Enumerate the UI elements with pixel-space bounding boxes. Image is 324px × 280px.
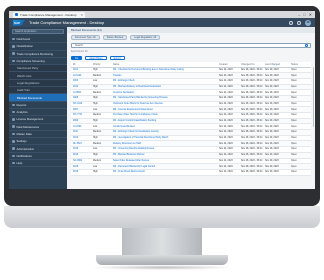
search-icon[interactable] <box>305 43 308 47</box>
nav-icon <box>12 110 15 114</box>
sidebar-item[interactable]: Sanctioned Party <box>9 65 67 73</box>
sidebar-item-label: Sanctioned Party <box>17 66 39 71</box>
table-scrollbar[interactable] <box>312 67 314 127</box>
app-title[interactable]: Trade Compliance Management - Desktop <box>29 20 104 25</box>
close-window-icon[interactable]: ✕ <box>309 12 312 17</box>
sidebar-item[interactable]: Dashboard <box>9 36 67 44</box>
sidebar-item-label: Watch Lists <box>17 73 32 78</box>
sidebar-item-label: Data Maintenance <box>16 124 40 129</box>
filter-chips: Document Type: All Status: Blocked Legal… <box>67 33 315 42</box>
browser-tab[interactable]: Trade Compliance Management - Desktop ✕ <box>13 11 85 18</box>
sidebar-item[interactable]: Compliance Screening <box>9 58 67 66</box>
nav-icon <box>12 154 15 158</box>
search-wrap: Search: <box>67 42 315 50</box>
sidebar-item[interactable]: Reports <box>9 102 67 109</box>
sidebar-item[interactable]: Data Maintenance <box>9 124 67 131</box>
sidebar-item-label: Compliance Screening <box>16 59 45 64</box>
monitor-screen: Trade Compliance Management - Desktop ✕ … <box>9 11 315 189</box>
nav-list: Dashboard Classification Trade Compliance … <box>9 36 67 168</box>
filter-chip-status[interactable]: Status: Blocked <box>102 35 128 40</box>
monitor-stand-neck <box>122 228 202 256</box>
go-button[interactable]: Go <box>71 55 83 60</box>
monitor-chin <box>4 206 320 228</box>
table-cell: Open <box>289 169 311 176</box>
table-cell: 0019 <box>71 169 91 176</box>
sidebar-item[interactable]: License Management <box>9 116 67 124</box>
maximize-icon[interactable]: □ <box>303 12 305 17</box>
sidebar-item[interactable]: Settings <box>9 138 67 146</box>
monitor-stand-base <box>96 255 228 265</box>
monitor-mockup: Trade Compliance Management - Desktop ✕ … <box>0 0 324 280</box>
sidebar-item[interactable]: Master Data <box>9 131 67 139</box>
sap-logo[interactable]: SAP <box>13 19 25 26</box>
nav-icon <box>12 147 15 150</box>
nav-icon <box>12 132 15 136</box>
nav-icon <box>12 161 15 165</box>
side-search-input[interactable]: Search Application <box>12 29 64 34</box>
browser-bar: Trade Compliance Management - Desktop ✕ … <box>9 11 315 18</box>
window-controls: – □ ✕ <box>298 12 315 17</box>
sidebar-item[interactable]: Analytics <box>9 109 67 117</box>
shell-bar: SAP Trade Compliance Management - Deskto… <box>9 18 315 27</box>
sidebar-item-label: Help <box>16 161 23 166</box>
main-content: Blocked Documents (24) Document Type: Al… <box>67 27 315 189</box>
sidebar-item[interactable]: Classification <box>9 43 67 51</box>
adapt-filters-button[interactable]: Adapt Filters <box>85 55 107 60</box>
action-row: Go Adapt Filters Export <box>67 54 315 63</box>
nav-icon <box>12 125 15 128</box>
sidebar-item-label: Settings <box>16 139 27 144</box>
sidebar-item-label: Dashboard <box>16 37 31 42</box>
sidebar-item-label: Audit Trail <box>17 88 30 93</box>
sidebar-item[interactable]: Trade Compliance Monitoring <box>9 51 67 58</box>
sidebar-item-label: Trade Compliance Monitoring <box>16 51 54 56</box>
side-navigation: Search Application Dashboard Classificati… <box>9 27 67 189</box>
nav-icon <box>12 118 15 121</box>
sidebar-item-label: Classification <box>16 44 33 49</box>
nav-icon <box>12 103 15 107</box>
sidebar-item[interactable]: Blocked Documents <box>9 94 67 102</box>
table-cell: Nov 28, 2023 - 08:14 <box>239 169 263 176</box>
table-cell: Nov 24, 2023 <box>217 169 239 176</box>
search-icon[interactable] <box>289 20 293 25</box>
sidebar-item-label: Master Data <box>16 132 32 136</box>
sidebar-item-label: Notifications <box>16 153 32 158</box>
nav-icon <box>12 52 15 55</box>
sidebar-item-label: License Management <box>16 117 44 122</box>
sidebar-item-label: Reports <box>16 102 27 107</box>
sidebar-item[interactable]: Administration <box>9 145 67 153</box>
bell-icon[interactable] <box>297 20 301 25</box>
filter-chip-document-type[interactable]: Document Type: All <box>71 35 100 40</box>
nav-icon <box>12 45 15 48</box>
nav-icon <box>12 59 15 63</box>
search-label: Search: <box>75 43 84 47</box>
sidebar-item-label: Blocked Documents <box>17 95 42 100</box>
minimize-icon[interactable]: – <box>298 12 300 17</box>
sidebar-item[interactable]: Watch Lists <box>9 72 67 80</box>
documents-table: ID Priority Name Created Changed On Last Chan… <box>71 62 311 176</box>
export-button[interactable]: Export <box>109 55 125 60</box>
sidebar-item-label: Analytics <box>16 110 28 115</box>
sidebar-item-label: Legal Regulations <box>17 80 40 85</box>
sidebar-item[interactable]: Legal Regulations <box>9 79 67 88</box>
table-cell: Nov 29, 2023 <box>263 169 289 176</box>
shell-actions: JD <box>289 19 311 26</box>
table-cell: High <box>91 169 111 176</box>
nav-icon <box>12 37 15 41</box>
sidebar-item-label: Administration <box>16 146 35 151</box>
table-row[interactable]: 0019 High RS - Final Check Before Export No… <box>71 169 311 176</box>
table-cell[interactable]: RS - Final Check Before Export <box>111 169 217 176</box>
sidebar-item[interactable]: Help <box>9 160 67 168</box>
browser-tab-title: Trade Compliance Management - Desktop <box>20 12 77 17</box>
favicon-icon <box>15 13 18 16</box>
sidebar-item[interactable]: Notifications <box>9 153 67 161</box>
search-input[interactable] <box>86 43 305 47</box>
stand-shadow <box>90 265 234 270</box>
search-field: Search: <box>71 42 311 48</box>
filter-chip-legal-regulation[interactable]: Legal Regulation: All <box>130 35 160 40</box>
close-tab-icon[interactable]: ✕ <box>80 13 85 17</box>
nav-icon <box>12 140 15 143</box>
table-body: 0012 High RS - Checklist for Document Bloc… <box>71 67 311 176</box>
avatar[interactable]: JD <box>305 19 311 26</box>
sidebar-item[interactable]: Audit Trail <box>9 87 67 95</box>
